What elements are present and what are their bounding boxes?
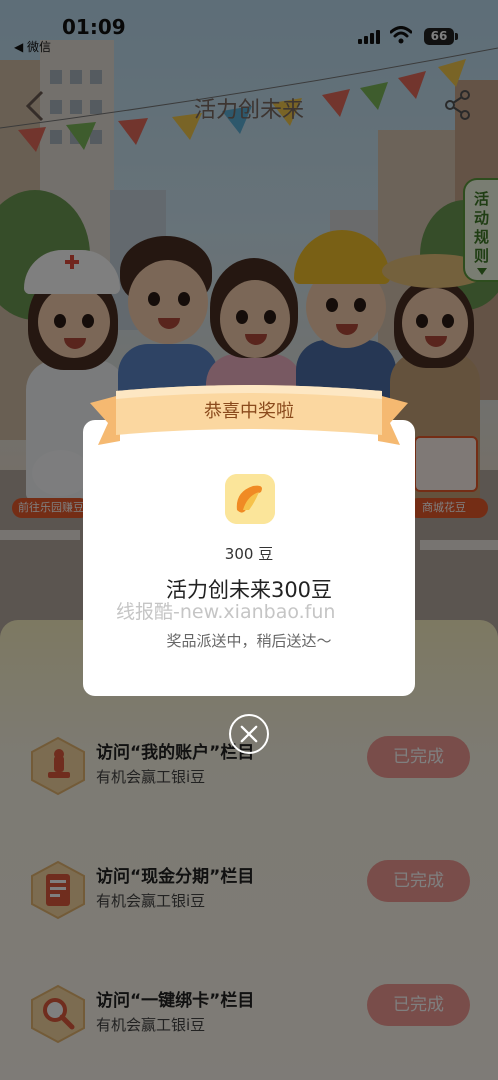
close-icon[interactable] [229, 714, 269, 754]
prize-amount: 300 豆 [224, 545, 274, 563]
modal-header: 恭喜中奖啦 [204, 401, 294, 422]
prize-delivery-note: 奖品派送中，稍后送达～ [166, 632, 332, 650]
watermark-text: 线报酷-new.xianbao.fun [116, 601, 336, 623]
bean-icon [225, 474, 275, 524]
